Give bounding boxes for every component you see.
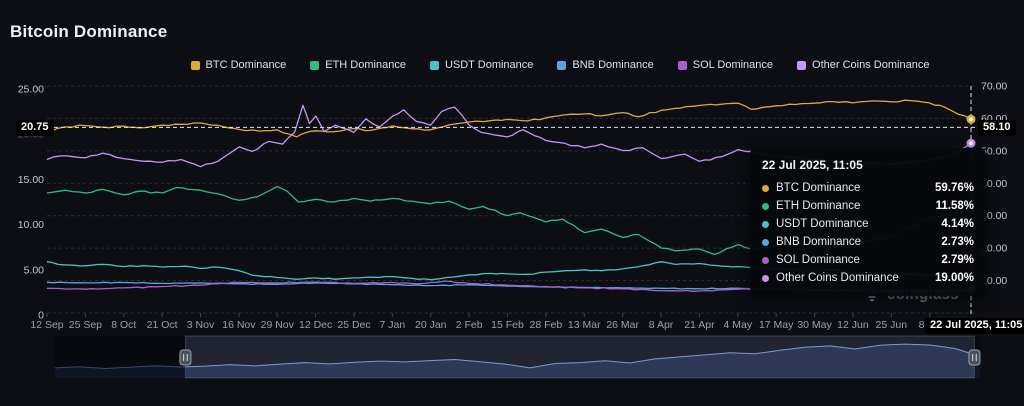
legend-swatch-icon	[191, 61, 200, 70]
legend-swatch-icon	[310, 61, 319, 70]
tooltip-row-other-coins-dominance: Other Coins Dominance 19.00%	[762, 269, 974, 287]
tooltip-series-value: 11.58%	[936, 200, 974, 212]
x-axis-label: 15 Feb	[491, 319, 524, 331]
legend-item-label: USDT Dominance	[445, 59, 533, 71]
x-axis-label: 30 May	[797, 319, 832, 331]
chart-tooltip: 22 Jul 2025, 11:05 BTC Dominance 59.76% ET…	[750, 148, 986, 296]
tooltip-series-dot-icon	[762, 275, 769, 282]
legend-item-sol-dominance[interactable]: SOL Dominance	[678, 59, 773, 71]
tooltip-series-value: 59.76%	[935, 182, 974, 194]
tooltip-series-label: Other Coins Dominance	[776, 272, 899, 284]
legend-item-label: SOL Dominance	[693, 59, 773, 71]
legend-item-btc-dominance[interactable]: BTC Dominance	[191, 59, 287, 71]
tooltip-series-dot-icon	[762, 221, 769, 228]
x-axis-label: 3 Nov	[187, 319, 215, 331]
x-axis-label: 8 Oct	[111, 319, 136, 331]
crosshair-left-axis-badge: 20.75	[16, 120, 54, 136]
legend-item-usdt-dominance[interactable]: USDT Dominance	[430, 59, 533, 71]
navigator-left-handle[interactable]	[180, 350, 191, 365]
x-axis-label: 7 Jan	[380, 319, 406, 331]
x-axis-label: 25 Jun	[876, 319, 908, 331]
x-axis-label: 17 May	[759, 319, 794, 331]
legend-item-label: Other Coins Dominance	[812, 59, 929, 71]
navigator-right-handle[interactable]	[969, 350, 980, 365]
tooltip-row-usdt-dominance: USDT Dominance 4.14%	[762, 215, 974, 233]
x-axis-label: 12 Sep	[30, 319, 63, 331]
series-end-dot-core-btc-dominance	[969, 117, 973, 121]
x-axis-label: 12 Jun	[837, 319, 869, 331]
x-axis-label: 25 Dec	[337, 319, 370, 331]
x-axis-label: 26 Mar	[606, 319, 639, 331]
legend-item-label: BTC Dominance	[206, 59, 287, 71]
legend-item-other-coins-dominance[interactable]: Other Coins Dominance	[797, 59, 929, 71]
tooltip-series-value: 2.73%	[941, 236, 974, 248]
tooltip-series-value: 19.00%	[935, 272, 974, 284]
crosshair-date-badge: 22 Jul 2025, 11:05	[925, 318, 1024, 334]
legend-swatch-icon	[430, 61, 439, 70]
tooltip-row-bnb-dominance: BNB Dominance 2.73%	[762, 233, 974, 251]
tooltip-series-label: ETH Dominance	[776, 200, 860, 212]
legend-item-bnb-dominance[interactable]: BNB Dominance	[557, 59, 653, 71]
y-axis-left-label: 5.00	[24, 264, 45, 276]
legend-swatch-icon	[678, 61, 687, 70]
tooltip-series-value: 2.79%	[941, 254, 974, 266]
tooltip-series-value: 4.14%	[941, 218, 974, 230]
navigator-dim-left	[55, 336, 185, 378]
crosshair-right-axis-badge: 58.10	[978, 120, 1016, 136]
tooltip-series-dot-icon	[762, 185, 769, 192]
legend-item-label: BNB Dominance	[572, 59, 653, 71]
x-axis-label: 25 Sep	[69, 319, 102, 331]
legend-swatch-icon	[557, 61, 566, 70]
tooltip-series-label: BNB Dominance	[776, 236, 861, 248]
y-axis-right-label: 70.00	[981, 81, 1007, 93]
tooltip-row-sol-dominance: SOL Dominance 2.79%	[762, 251, 974, 269]
x-axis-label: 12 Dec	[299, 319, 332, 331]
y-axis-left-label: 15.00	[18, 174, 44, 186]
tooltip-series-dot-icon	[762, 203, 769, 210]
legend-swatch-icon	[797, 61, 806, 70]
x-axis-label: 20 Jan	[415, 319, 447, 331]
x-axis-label: 13 Mar	[568, 319, 601, 331]
navigator-selected-range[interactable]	[185, 336, 974, 378]
y-axis-left-label: 10.00	[18, 219, 44, 231]
tooltip-date: 22 Jul 2025, 11:05	[762, 158, 974, 172]
x-axis-label: 8 Apr	[649, 319, 674, 331]
tooltip-row-eth-dominance: ETH Dominance 11.58%	[762, 197, 974, 215]
tooltip-series-dot-icon	[762, 239, 769, 246]
x-axis-label: 4 May	[723, 319, 752, 331]
tooltip-series-label: USDT Dominance	[776, 218, 868, 230]
tooltip-series-dot-icon	[762, 257, 769, 264]
x-axis-label: 29 Nov	[261, 319, 295, 331]
series-end-dot-core-other-coins-dominance	[969, 141, 973, 145]
x-axis-label: 16 Nov	[222, 319, 256, 331]
tooltip-series-label: SOL Dominance	[776, 254, 860, 266]
x-axis-label: 28 Feb	[530, 319, 563, 331]
tooltip-series-label: BTC Dominance	[776, 182, 860, 194]
legend: BTC Dominance ETH Dominance USDT Dominance…	[0, 59, 1024, 71]
x-axis-label: 21 Apr	[684, 319, 715, 331]
x-axis-label: 2 Feb	[456, 319, 483, 331]
tooltip-row-btc-dominance: BTC Dominance 59.76%	[762, 179, 974, 197]
y-axis-left-label: 25.00	[18, 84, 44, 96]
legend-item-eth-dominance[interactable]: ETH Dominance	[310, 59, 406, 71]
x-axis-label: 21 Oct	[147, 319, 178, 331]
legend-item-label: ETH Dominance	[325, 59, 406, 71]
